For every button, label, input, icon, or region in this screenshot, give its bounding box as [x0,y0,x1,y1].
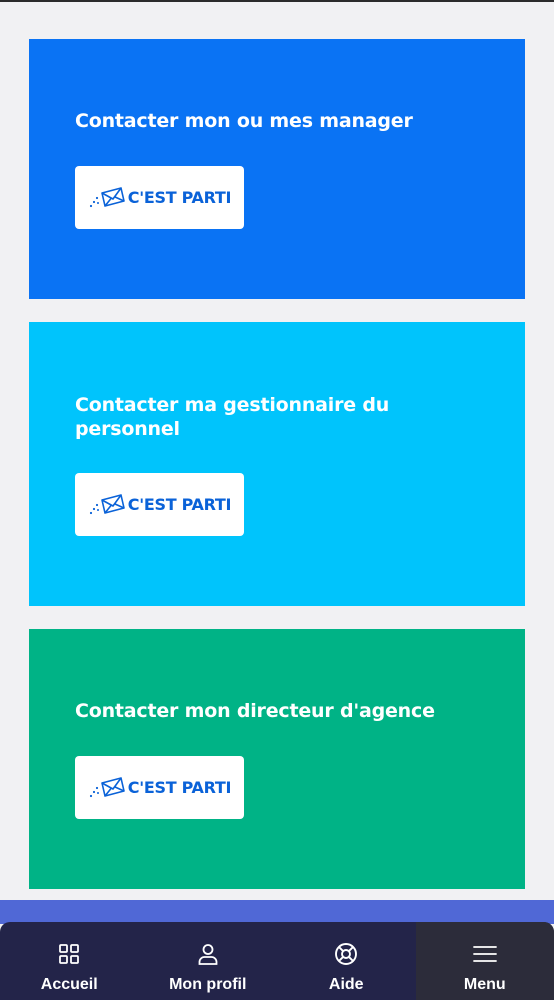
button-label: C'EST PARTI [127,495,232,514]
bottom-nav: Accueil Mon profil Aide Menu [0,922,554,1000]
nav-item-accueil[interactable]: Accueil [0,922,139,1000]
hamburger-menu-icon [472,946,497,962]
card-title: Contacter ma gestionnaire du personnel [75,394,390,440]
button-label: C'EST PARTI [127,188,232,207]
contact-hr-button[interactable]: C'EST PARTI [75,473,244,536]
envelope-send-icon [89,776,125,797]
nav-label: Accueil [40,976,98,993]
lifebuoy-icon [335,943,358,965]
envelope-send-icon [89,493,125,514]
contact-director-button[interactable]: C'EST PARTI [75,756,244,819]
nav-item-aide[interactable]: Aide [277,922,416,1000]
card-title: Contacter mon directeur d'agence [75,700,435,722]
contact-manager-button[interactable]: C'EST PARTI [75,166,244,229]
nav-label: Menu [463,976,506,993]
nav-item-mon-profil[interactable]: Mon profil [139,922,278,1000]
nav-label: Mon profil [169,976,247,993]
card-title: Contacter mon ou mes manager [75,110,413,132]
user-icon [198,944,218,965]
grid-icon [59,944,80,964]
envelope-send-icon [89,186,125,207]
contact-manager-card: Contacter mon ou mes manager C'EST PARTI [29,39,525,299]
accent-band [0,900,554,924]
nav-item-menu[interactable]: Menu [415,922,554,1000]
nav-label: Aide [328,976,364,993]
top-border [0,0,554,2]
button-label: C'EST PARTI [127,778,232,797]
contact-hr-card: Contacter ma gestionnaire du personnel C… [29,322,525,606]
contact-director-card: Contacter mon directeur d'agence C'EST P… [29,629,525,889]
